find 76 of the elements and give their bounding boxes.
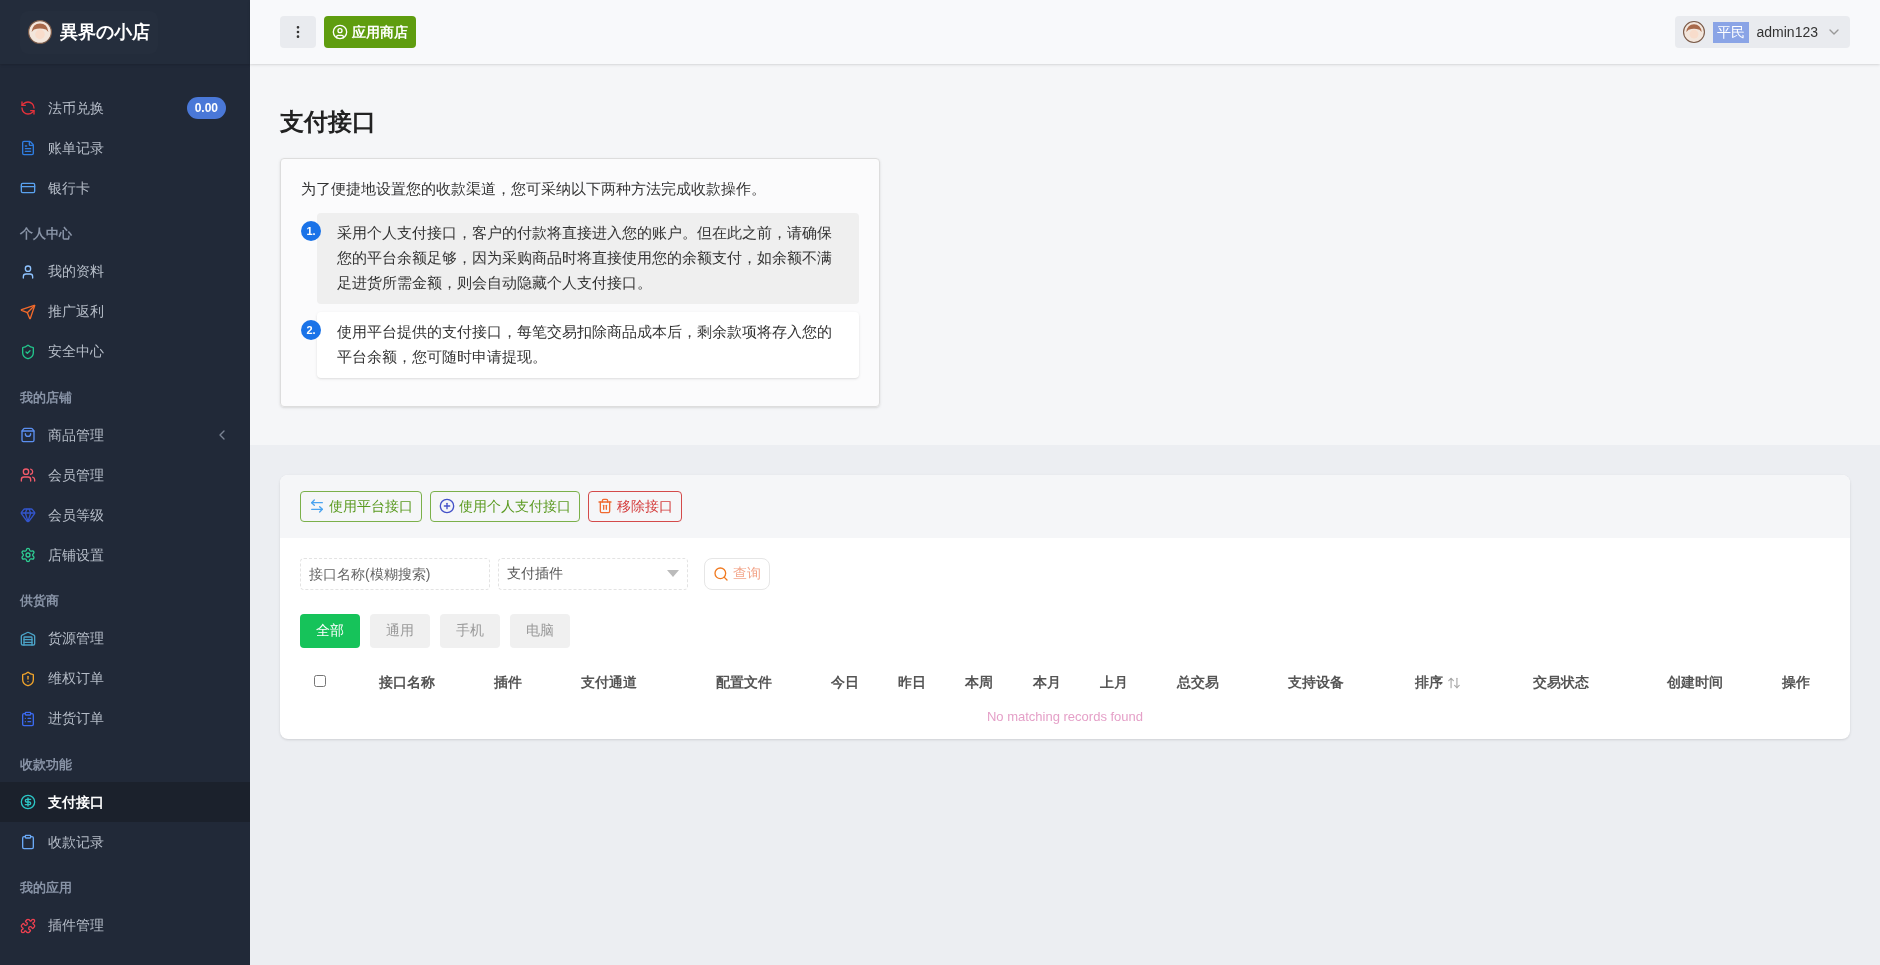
column-header: 本月 <box>1031 673 1062 693</box>
section-heading: 个人中心 <box>19 225 73 243</box>
shield-icon <box>20 343 36 360</box>
paper-plane-icon <box>20 303 36 320</box>
step-number: 1. <box>301 220 321 241</box>
card-icon <box>20 180 36 196</box>
bag-icon <box>20 427 36 443</box>
column-header: 昨日 <box>896 673 927 693</box>
sidebar-item[interactable]: 我的资料 <box>0 251 250 292</box>
column-header: 上月 <box>1098 673 1129 693</box>
sidebar-item[interactable]: 账单记录 <box>0 128 250 168</box>
column-header: 支持设备 <box>1286 673 1345 693</box>
sidebar-item[interactable]: 推广返利 <box>0 291 250 332</box>
column-header: 支付通道 <box>580 673 639 693</box>
column-header: 总交易 <box>1175 673 1220 693</box>
column-header: 创建时间 <box>1666 673 1725 693</box>
column-header: 今日 <box>829 673 860 693</box>
warehouse-icon <box>20 630 36 647</box>
brand-name: 異界の小店 <box>60 20 150 44</box>
puzzle-icon <box>20 917 36 934</box>
user-icon <box>20 263 36 280</box>
sidebar-item[interactable]: 支付接口 <box>0 782 250 822</box>
column-header: 本周 <box>964 673 995 693</box>
sidebar-item[interactable]: 插件管理 <box>0 905 250 946</box>
search-field[interactable]: 接口名称(模糊搜索) <box>300 557 490 590</box>
trash-icon <box>597 498 613 515</box>
document-icon <box>20 140 36 156</box>
gem-icon <box>20 507 36 523</box>
role-badge: 平民 <box>1712 21 1749 43</box>
step-number: 2. <box>301 319 321 340</box>
exchange-icon <box>20 100 36 116</box>
sort-icon <box>1447 675 1462 690</box>
section-heading: 收款功能 <box>19 755 73 774</box>
section-heading: 供货商 <box>18 592 60 610</box>
balance-badge: 0.00 <box>186 97 226 119</box>
clipboard-icon <box>20 834 36 850</box>
column-header: 接口名称 <box>378 673 437 693</box>
section-heading: 我的应用 <box>19 879 73 897</box>
intro-text: 为了便捷地设置您的收款渠道，您可采纳以下两种方法完成收款操作。 <box>301 180 767 199</box>
sidebar-item[interactable]: 维权订单 <box>0 658 250 699</box>
sidebar-item[interactable]: 会员管理 <box>0 455 250 495</box>
section-heading: 我的店铺 <box>19 388 73 407</box>
avatar-icon <box>1682 21 1705 43</box>
sidebar-item[interactable]: 安全中心 <box>0 331 250 372</box>
page-title: 支付接口 <box>280 107 377 137</box>
column-header: 插件 <box>493 673 524 693</box>
user-menu[interactable]: 平民 admin123 <box>1674 16 1850 48</box>
empty-message: No matching records found <box>986 708 1144 724</box>
column-header: 交易状态 <box>1531 673 1590 693</box>
settings-icon <box>20 547 36 563</box>
column-header: 操作 <box>1781 673 1812 693</box>
coin-icon <box>20 794 36 810</box>
search-icon <box>713 565 729 582</box>
sidebar-item[interactable]: 收款记录 <box>0 822 250 862</box>
clipboard-icon <box>20 710 36 727</box>
plugin-select[interactable]: 支付插件 <box>498 557 688 590</box>
plus-circle-icon <box>439 498 455 515</box>
sidebar-item[interactable]: 银行卡 <box>0 168 250 208</box>
sidebar-item[interactable]: 进货订单 <box>0 698 250 739</box>
avatar-icon <box>28 20 52 44</box>
sidebar-item[interactable]: 货源管理 <box>0 618 250 659</box>
column-header: 配置文件 <box>714 673 773 693</box>
shield-icon <box>20 670 36 687</box>
sidebar-item[interactable]: 会员等级 <box>0 495 250 535</box>
column-header[interactable]: 排序 <box>1382 659 1494 706</box>
users-icon <box>20 467 36 483</box>
toolbar-button[interactable]: 移除接口 <box>588 490 682 522</box>
sidebar-item[interactable]: 法币兑换 0.00 <box>0 88 250 128</box>
transfer-icon <box>309 498 325 515</box>
username: admin123 <box>1756 22 1818 42</box>
step-text: 使用平台提供的支付接口，每笔交易扣除商品成本后，剩余款项将存入您的平台余额，您可随时申请提现。 <box>317 311 859 378</box>
step-text: 采用个人支付接口，客户的付款将直接进入您的账户。但在此之前，请确保您的平台余额足够，因为采购商品时将直接使用您的余额支付，如余额不满足进货所需金额，则会自动隐藏个人支付接口。 <box>317 212 859 304</box>
sidebar-item[interactable]: 店铺设置 <box>0 535 250 575</box>
select-all-checkbox[interactable] <box>314 675 326 688</box>
caret-icon <box>667 570 679 578</box>
sidebar-item[interactable]: 商品管理 <box>0 415 250 455</box>
